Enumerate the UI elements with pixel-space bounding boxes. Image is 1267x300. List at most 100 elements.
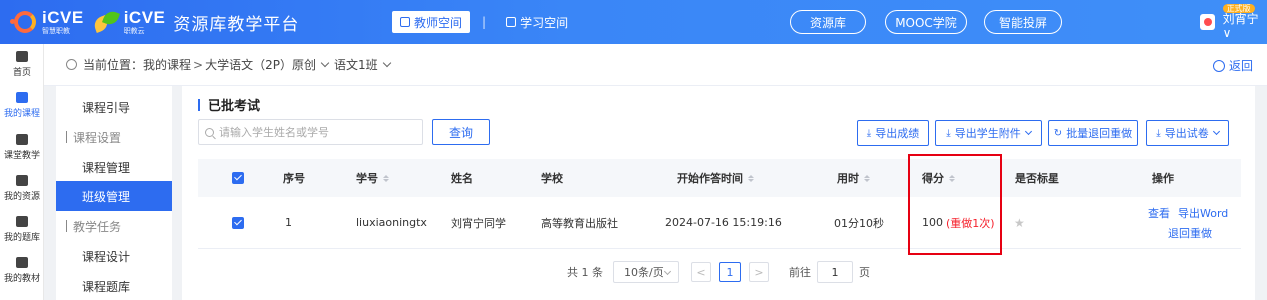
export-paper-label: 导出试卷 bbox=[1164, 127, 1209, 140]
search-field[interactable] bbox=[198, 119, 423, 145]
column-label-student-id: 学号 bbox=[356, 172, 378, 185]
column-header-duration[interactable]: 用时 bbox=[837, 159, 870, 197]
menu-item-course-question-bank[interactable]: 课程题库 bbox=[56, 271, 172, 300]
chevron-down-icon bbox=[1212, 127, 1220, 136]
menu-item-course-management[interactable]: 课程管理 bbox=[56, 152, 172, 182]
menu-item-course-design[interactable]: 课程设计 bbox=[56, 241, 172, 271]
icon-rail: 首页 我的课程 课堂教学 我的资源 我的题库 我的教材 bbox=[0, 44, 44, 300]
sort-icon[interactable] bbox=[949, 174, 955, 182]
column-label-actions: 操作 bbox=[1152, 172, 1174, 185]
sort-icon[interactable] bbox=[383, 174, 389, 182]
course-side-menu: 课程引导 课程设置 课程管理 班级管理 教学任务 课程设计 课程题库 bbox=[56, 86, 172, 300]
search-input[interactable] bbox=[219, 125, 409, 139]
back-button[interactable]: 返回 bbox=[1212, 57, 1253, 74]
page-number-button[interactable]: 1 bbox=[719, 262, 741, 282]
sort-icon[interactable] bbox=[748, 174, 754, 182]
rail-item-classroom[interactable]: 课堂教学 bbox=[0, 127, 44, 167]
breadcrumb-my-courses[interactable]: 我的课程 bbox=[143, 56, 191, 73]
current-page-number: 1 bbox=[726, 265, 734, 279]
mooc-college-button[interactable]: MOOC学院 bbox=[885, 10, 967, 34]
select-all-checkbox[interactable] bbox=[232, 159, 244, 197]
breadcrumb-course[interactable]: 大学语文（2P）原创 bbox=[205, 56, 316, 73]
export-scores-button[interactable]: ⤓ 导出成绩 bbox=[857, 120, 929, 146]
prev-page-button[interactable]: < bbox=[691, 262, 711, 282]
chevron-right-icon: > bbox=[754, 265, 764, 279]
chevron-down-icon bbox=[1024, 127, 1032, 136]
menu-item-class-management[interactable]: 班级管理 bbox=[56, 181, 172, 211]
chevron-left-icon: < bbox=[696, 265, 706, 279]
return-redo-link[interactable]: 退回重做 bbox=[1168, 225, 1212, 241]
tab-divider: | bbox=[482, 15, 487, 29]
chevron-down-icon[interactable] bbox=[320, 58, 330, 67]
page-title: 已批考试 bbox=[198, 95, 260, 114]
column-label-duration: 用时 bbox=[837, 172, 859, 185]
tab-teacher-space-label: 教师空间 bbox=[414, 15, 463, 30]
menu-label-course-guide: 课程引导 bbox=[82, 100, 131, 115]
column-header-school: 学校 bbox=[541, 159, 563, 197]
space-switcher: 教师空间 | 学习空间 bbox=[392, 11, 576, 33]
cell-start-time: 2024-07-16 15:19:16 bbox=[665, 216, 782, 229]
page-size-select[interactable]: 10条/页 bbox=[613, 261, 679, 283]
download-icon: ⤓ bbox=[1156, 127, 1161, 139]
rail-item-question-bank[interactable]: 我的题库 bbox=[0, 209, 44, 249]
query-button[interactable]: 查询 bbox=[432, 119, 490, 145]
cell-actions-row1: 查看 导出Word bbox=[1148, 205, 1228, 221]
column-label-index: 序号 bbox=[283, 172, 305, 185]
breadcrumb-class[interactable]: 语文1班 bbox=[334, 56, 378, 73]
export-scores-label: 导出成绩 bbox=[875, 127, 920, 140]
export-attachments-button[interactable]: ⤓ 导出学生附件 bbox=[935, 120, 1042, 146]
breadcrumb-separator: > bbox=[193, 57, 204, 72]
icve-logo-icon bbox=[10, 7, 40, 37]
cell-score: 100 (重做1次) bbox=[922, 197, 995, 248]
logo-group[interactable]: iCVE 智慧职教 iCVE 职教云 资源库教学平台 bbox=[10, 6, 299, 38]
cell-name: 刘宵宁同学 bbox=[451, 216, 506, 230]
tab-learning-space-label: 学习空间 bbox=[520, 15, 569, 30]
rail-item-home[interactable]: 首页 bbox=[0, 44, 44, 84]
rail-item-my-resources[interactable]: 我的资源 bbox=[0, 168, 44, 208]
column-header-student-id[interactable]: 学号 bbox=[356, 159, 389, 197]
mooc-college-label: MOOC学院 bbox=[895, 15, 957, 30]
menu-group-teaching-tasks: 教学任务 bbox=[56, 211, 172, 241]
sort-icon[interactable] bbox=[864, 174, 870, 182]
cell-actions-row2: 退回重做 bbox=[1168, 225, 1212, 241]
star-icon[interactable]: ★ bbox=[1014, 216, 1025, 230]
chevron-down-icon[interactable] bbox=[382, 58, 391, 67]
goto-page-input[interactable] bbox=[817, 261, 853, 283]
tab-teacher-space[interactable]: 教师空间 bbox=[392, 11, 471, 33]
rail-label-my-resources: 我的资源 bbox=[3, 191, 40, 202]
cell-student-id: liuxiaoningtx bbox=[356, 216, 427, 229]
smart-cast-label: 智能投屏 bbox=[998, 15, 1047, 30]
notification-icon[interactable] bbox=[1200, 14, 1215, 30]
rail-item-textbooks[interactable]: 我的教材 bbox=[0, 250, 44, 290]
menu-label-class-management: 班级管理 bbox=[82, 189, 131, 204]
table-row: 1 liuxiaoningtx 刘宵宁同学 高等教育出版社 2024-07-16… bbox=[198, 197, 1241, 249]
top-navigation-bar: iCVE 智慧职教 iCVE 职教云 资源库教学平台 教师空间 | 学习空间 资… bbox=[0, 0, 1267, 44]
menu-item-course-guide[interactable]: 课程引导 bbox=[56, 92, 172, 122]
export-word-link[interactable]: 导出Word bbox=[1178, 205, 1228, 221]
user-menu[interactable]: 正式版 刘宵宁 ∨ bbox=[1200, 3, 1267, 39]
column-header-start-time[interactable]: 开始作答时间 bbox=[677, 159, 754, 197]
home-icon bbox=[16, 50, 28, 62]
menu-label-course-design: 课程设计 bbox=[82, 249, 131, 264]
column-label-start-time: 开始作答时间 bbox=[677, 172, 743, 185]
smart-cast-button[interactable]: 智能投屏 bbox=[984, 10, 1062, 34]
resource-library-label: 资源库 bbox=[809, 15, 846, 30]
resource-library-button[interactable]: 资源库 bbox=[790, 10, 866, 34]
cell-index: 1 bbox=[285, 216, 292, 229]
export-paper-button[interactable]: ⤓ 导出试卷 bbox=[1146, 120, 1229, 146]
back-icon bbox=[1212, 59, 1225, 72]
column-header-score[interactable]: 得分 bbox=[922, 159, 955, 197]
pagination: 共 1 条 10条/页 < 1 > 前往 页 bbox=[567, 260, 870, 284]
rail-item-my-courses[interactable]: 我的课程 bbox=[0, 85, 44, 125]
zhijiaoyun-logo-sub: 职教云 bbox=[123, 27, 145, 35]
breadcrumb: 当前位置： 我的课程 > 大学语文（2P）原创 语文1班 返回 bbox=[44, 44, 1267, 86]
tab-learning-space[interactable]: 学习空间 bbox=[498, 11, 576, 33]
next-page-button[interactable]: > bbox=[749, 262, 769, 282]
checkbox-checked-icon bbox=[232, 216, 244, 229]
search-icon bbox=[205, 127, 214, 137]
redo-count-note: (重做1次) bbox=[946, 216, 995, 230]
column-header-starred: 是否标星 bbox=[1015, 159, 1059, 197]
row-checkbox[interactable] bbox=[232, 197, 244, 248]
batch-redo-button[interactable]: ↻ 批量退回重做 bbox=[1048, 120, 1138, 146]
view-link[interactable]: 查看 bbox=[1148, 205, 1170, 221]
